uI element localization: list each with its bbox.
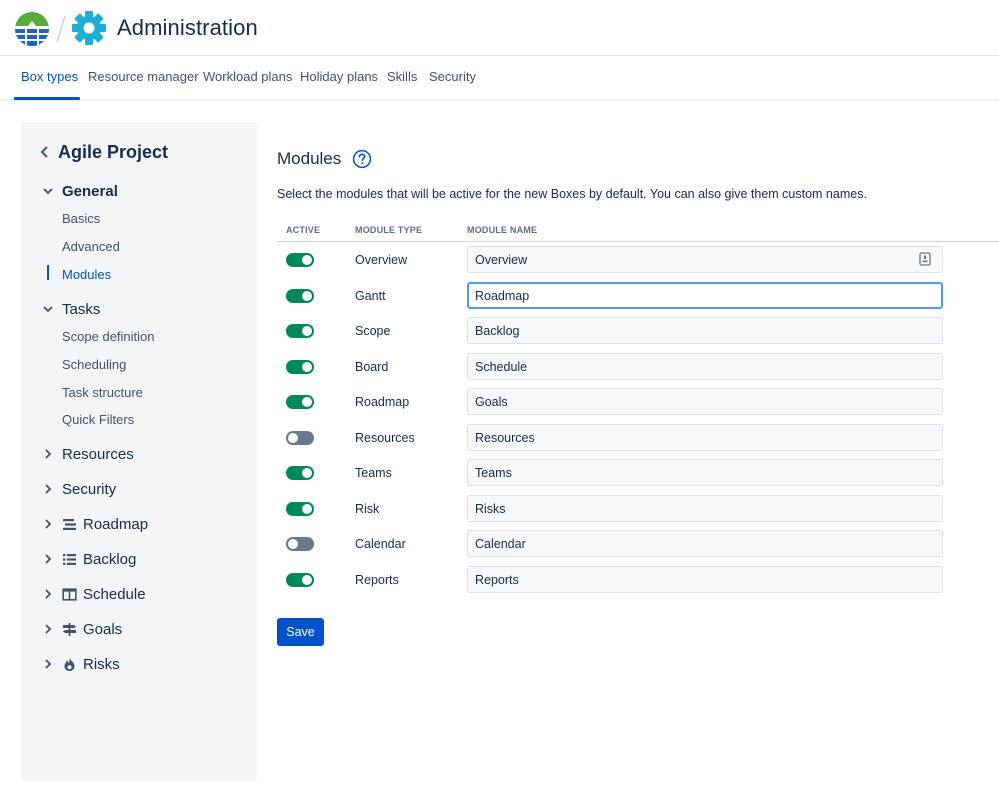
column-header-active: ACTIVE — [286, 225, 321, 235]
module-name-input[interactable] — [467, 353, 943, 380]
toggle-knob — [302, 291, 312, 301]
contact-card-icon[interactable] — [919, 252, 931, 266]
chevron-right-icon[interactable] — [42, 553, 54, 565]
module-type-label: Risk — [355, 502, 380, 516]
sidebar-group-roadmap[interactable]: Roadmap — [83, 516, 148, 533]
signpost-icon — [63, 623, 76, 636]
chevron-right-icon[interactable] — [42, 588, 54, 600]
toggle-knob — [302, 362, 312, 372]
sidebar-group-general[interactable]: General — [62, 183, 118, 200]
module-active-toggle[interactable] — [286, 324, 314, 338]
page-title: Administration — [117, 15, 258, 40]
module-type-label: Roadmap — [355, 395, 410, 409]
toggle-knob — [288, 433, 298, 443]
sidebar-item-advanced[interactable]: Advanced — [62, 239, 120, 254]
sidebar-group-schedule[interactable]: Schedule — [83, 586, 146, 603]
tab-workload-plans[interactable]: Workload plans — [203, 69, 292, 84]
module-type-label: Teams — [355, 466, 392, 480]
bigpicture-logo-icon[interactable] — [14, 11, 50, 47]
toggle-knob — [302, 504, 312, 514]
tab-holiday-plans[interactable]: Holiday plans — [300, 69, 378, 84]
module-active-toggle[interactable] — [286, 395, 314, 409]
table-header-divider — [277, 241, 999, 242]
sidebar-item-basics[interactable]: Basics — [62, 211, 100, 226]
sidebar-group-goals[interactable]: Goals — [83, 621, 122, 638]
module-name-input[interactable] — [467, 530, 943, 557]
sidebar-group-resources[interactable]: Resources — [62, 446, 134, 463]
sidebar-item-quick-filters[interactable]: Quick Filters — [62, 412, 134, 427]
toggle-knob — [302, 326, 312, 336]
sidebar-group-security[interactable]: Security — [62, 481, 116, 498]
admin-tabs: Box types Resource manager Workload plan… — [0, 56, 999, 101]
chevron-down-icon[interactable] — [42, 303, 54, 315]
list-icon — [63, 554, 76, 565]
module-name-input[interactable] — [467, 459, 943, 486]
sidebar-group-tasks[interactable]: Tasks — [62, 301, 100, 318]
module-name-input[interactable] — [467, 495, 943, 522]
sidebar-item-scope-definition[interactable]: Scope definition — [62, 329, 155, 344]
chevron-right-icon[interactable] — [42, 448, 54, 460]
toggle-knob — [302, 468, 312, 478]
module-type-label: Resources — [355, 431, 415, 445]
sidebar-title: Agile Project — [58, 142, 169, 162]
module-active-toggle[interactable] — [286, 289, 314, 303]
save-button[interactable]: Save — [277, 618, 324, 646]
section-description: Select the modules that will be active f… — [277, 187, 867, 201]
module-type-label: Calendar — [355, 537, 406, 551]
toggle-knob — [302, 397, 312, 407]
sidebar-item-scheduling[interactable]: Scheduling — [62, 357, 126, 372]
chevron-right-icon[interactable] — [42, 518, 54, 530]
tab-resource-manager[interactable]: Resource manager — [88, 69, 199, 84]
module-name-input[interactable] — [467, 317, 943, 344]
module-active-toggle[interactable] — [286, 431, 314, 445]
module-active-toggle[interactable] — [286, 502, 314, 516]
column-header-module-type: MODULE TYPE — [355, 225, 423, 235]
module-type-label: Board — [355, 360, 389, 374]
active-tab-indicator — [14, 97, 80, 100]
chevron-right-icon[interactable] — [42, 658, 54, 670]
roadmap-icon — [63, 519, 76, 530]
module-active-toggle[interactable] — [286, 573, 314, 587]
tab-security[interactable]: Security — [429, 69, 476, 84]
chevron-right-icon[interactable] — [42, 623, 54, 635]
chevron-down-icon[interactable] — [42, 185, 54, 197]
module-type-label: Overview — [355, 253, 408, 267]
sidebar-group-backlog[interactable]: Backlog — [83, 551, 136, 568]
gear-icon — [72, 11, 106, 45]
module-active-toggle[interactable] — [286, 537, 314, 551]
module-active-toggle[interactable] — [286, 466, 314, 480]
question-icon[interactable] — [352, 149, 372, 169]
sidebar-item-modules[interactable]: Modules — [62, 267, 111, 282]
fire-icon — [64, 658, 75, 671]
app-header: Administration — [0, 0, 999, 56]
module-type-label: Scope — [355, 324, 391, 338]
column-header-module-name: MODULE NAME — [467, 225, 538, 235]
sidebar-group-risks[interactable]: Risks — [83, 656, 120, 673]
sidebar: Agile Project General Basics Advanced Mo… — [21, 122, 257, 781]
sidebar-item-task-structure[interactable]: Task structure — [62, 385, 143, 400]
module-active-toggle[interactable] — [286, 253, 314, 267]
toggle-knob — [288, 539, 298, 549]
module-name-input[interactable] — [467, 424, 943, 451]
module-name-input[interactable] — [467, 246, 943, 273]
module-name-input[interactable] — [467, 566, 943, 593]
module-type-label: Reports — [355, 573, 399, 587]
tab-box-types[interactable]: Box types — [21, 69, 78, 84]
active-item-indicator — [47, 265, 49, 280]
module-active-toggle[interactable] — [286, 360, 314, 374]
module-name-input[interactable] — [467, 388, 943, 415]
toggle-knob — [302, 575, 312, 585]
tab-skills[interactable]: Skills — [387, 69, 417, 84]
chevron-left-icon[interactable] — [39, 144, 51, 160]
section-title: Modules — [277, 149, 342, 168]
schedule-icon — [62, 588, 77, 601]
breadcrumb-separator — [56, 15, 66, 43]
chevron-right-icon[interactable] — [42, 483, 54, 495]
module-name-input[interactable] — [467, 282, 943, 309]
module-type-label: Gantt — [355, 289, 386, 303]
toggle-knob — [302, 255, 312, 265]
